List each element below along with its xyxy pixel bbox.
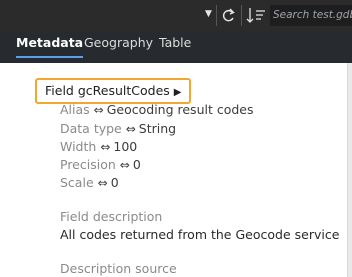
- link-icon: ⇔: [125, 122, 136, 136]
- field-description-text: All codes returned from the Geocode serv…: [60, 227, 340, 242]
- tab-metadata[interactable]: Metadata: [16, 33, 84, 58]
- property-label: Precision: [60, 157, 116, 172]
- vertical-scrollbar[interactable]: [347, 63, 352, 277]
- property-value: Geocoding result codes: [106, 102, 254, 117]
- field-title: Field gcResultCodes: [45, 83, 170, 98]
- property-width: Width ⇔ 100: [60, 139, 137, 154]
- property-alias: Alias ⇔ Geocoding result codes: [60, 102, 254, 117]
- property-data-type: Data type ⇔ String: [60, 121, 176, 136]
- link-icon: ⇔: [119, 158, 130, 172]
- toolbar-divider: [241, 5, 242, 26]
- expand-arrow-icon[interactable]: ▶: [174, 87, 182, 98]
- property-label: Scale: [60, 175, 94, 190]
- description-source-label: Description source: [60, 261, 177, 276]
- toolbar: ▼ Search test.gdb: [0, 0, 352, 31]
- link-icon: ⇔: [97, 176, 108, 190]
- property-value: 0: [132, 157, 141, 172]
- property-label: Width: [60, 139, 97, 154]
- catalog-view-header: ▼ Search test.gdb Metadata Geography Tab…: [0, 0, 352, 63]
- property-value: 0: [110, 175, 119, 190]
- property-value: 100: [113, 139, 138, 154]
- property-scale: Scale ⇔ 0: [60, 175, 119, 190]
- dropdown-arrow-icon[interactable]: ▼: [205, 9, 212, 19]
- property-precision: Precision ⇔ 0: [60, 157, 141, 172]
- property-label: Data type: [60, 121, 122, 136]
- tab-geography[interactable]: Geography: [84, 33, 153, 55]
- sort-icon[interactable]: [245, 6, 267, 25]
- tab-table[interactable]: Table: [159, 33, 191, 55]
- search-input[interactable]: Search test.gdb: [270, 5, 352, 26]
- toolbar-divider: [216, 5, 217, 26]
- property-value: String: [138, 121, 177, 136]
- link-icon: ⇔: [93, 103, 104, 117]
- refresh-icon[interactable]: [220, 5, 237, 26]
- link-icon: ⇔: [100, 140, 111, 154]
- field-description-label: Field description: [60, 209, 163, 224]
- property-label: Alias: [60, 102, 90, 117]
- view-tabs: Metadata Geography Table: [0, 31, 352, 63]
- field-header[interactable]: Field gcResultCodes ▶: [35, 78, 192, 104]
